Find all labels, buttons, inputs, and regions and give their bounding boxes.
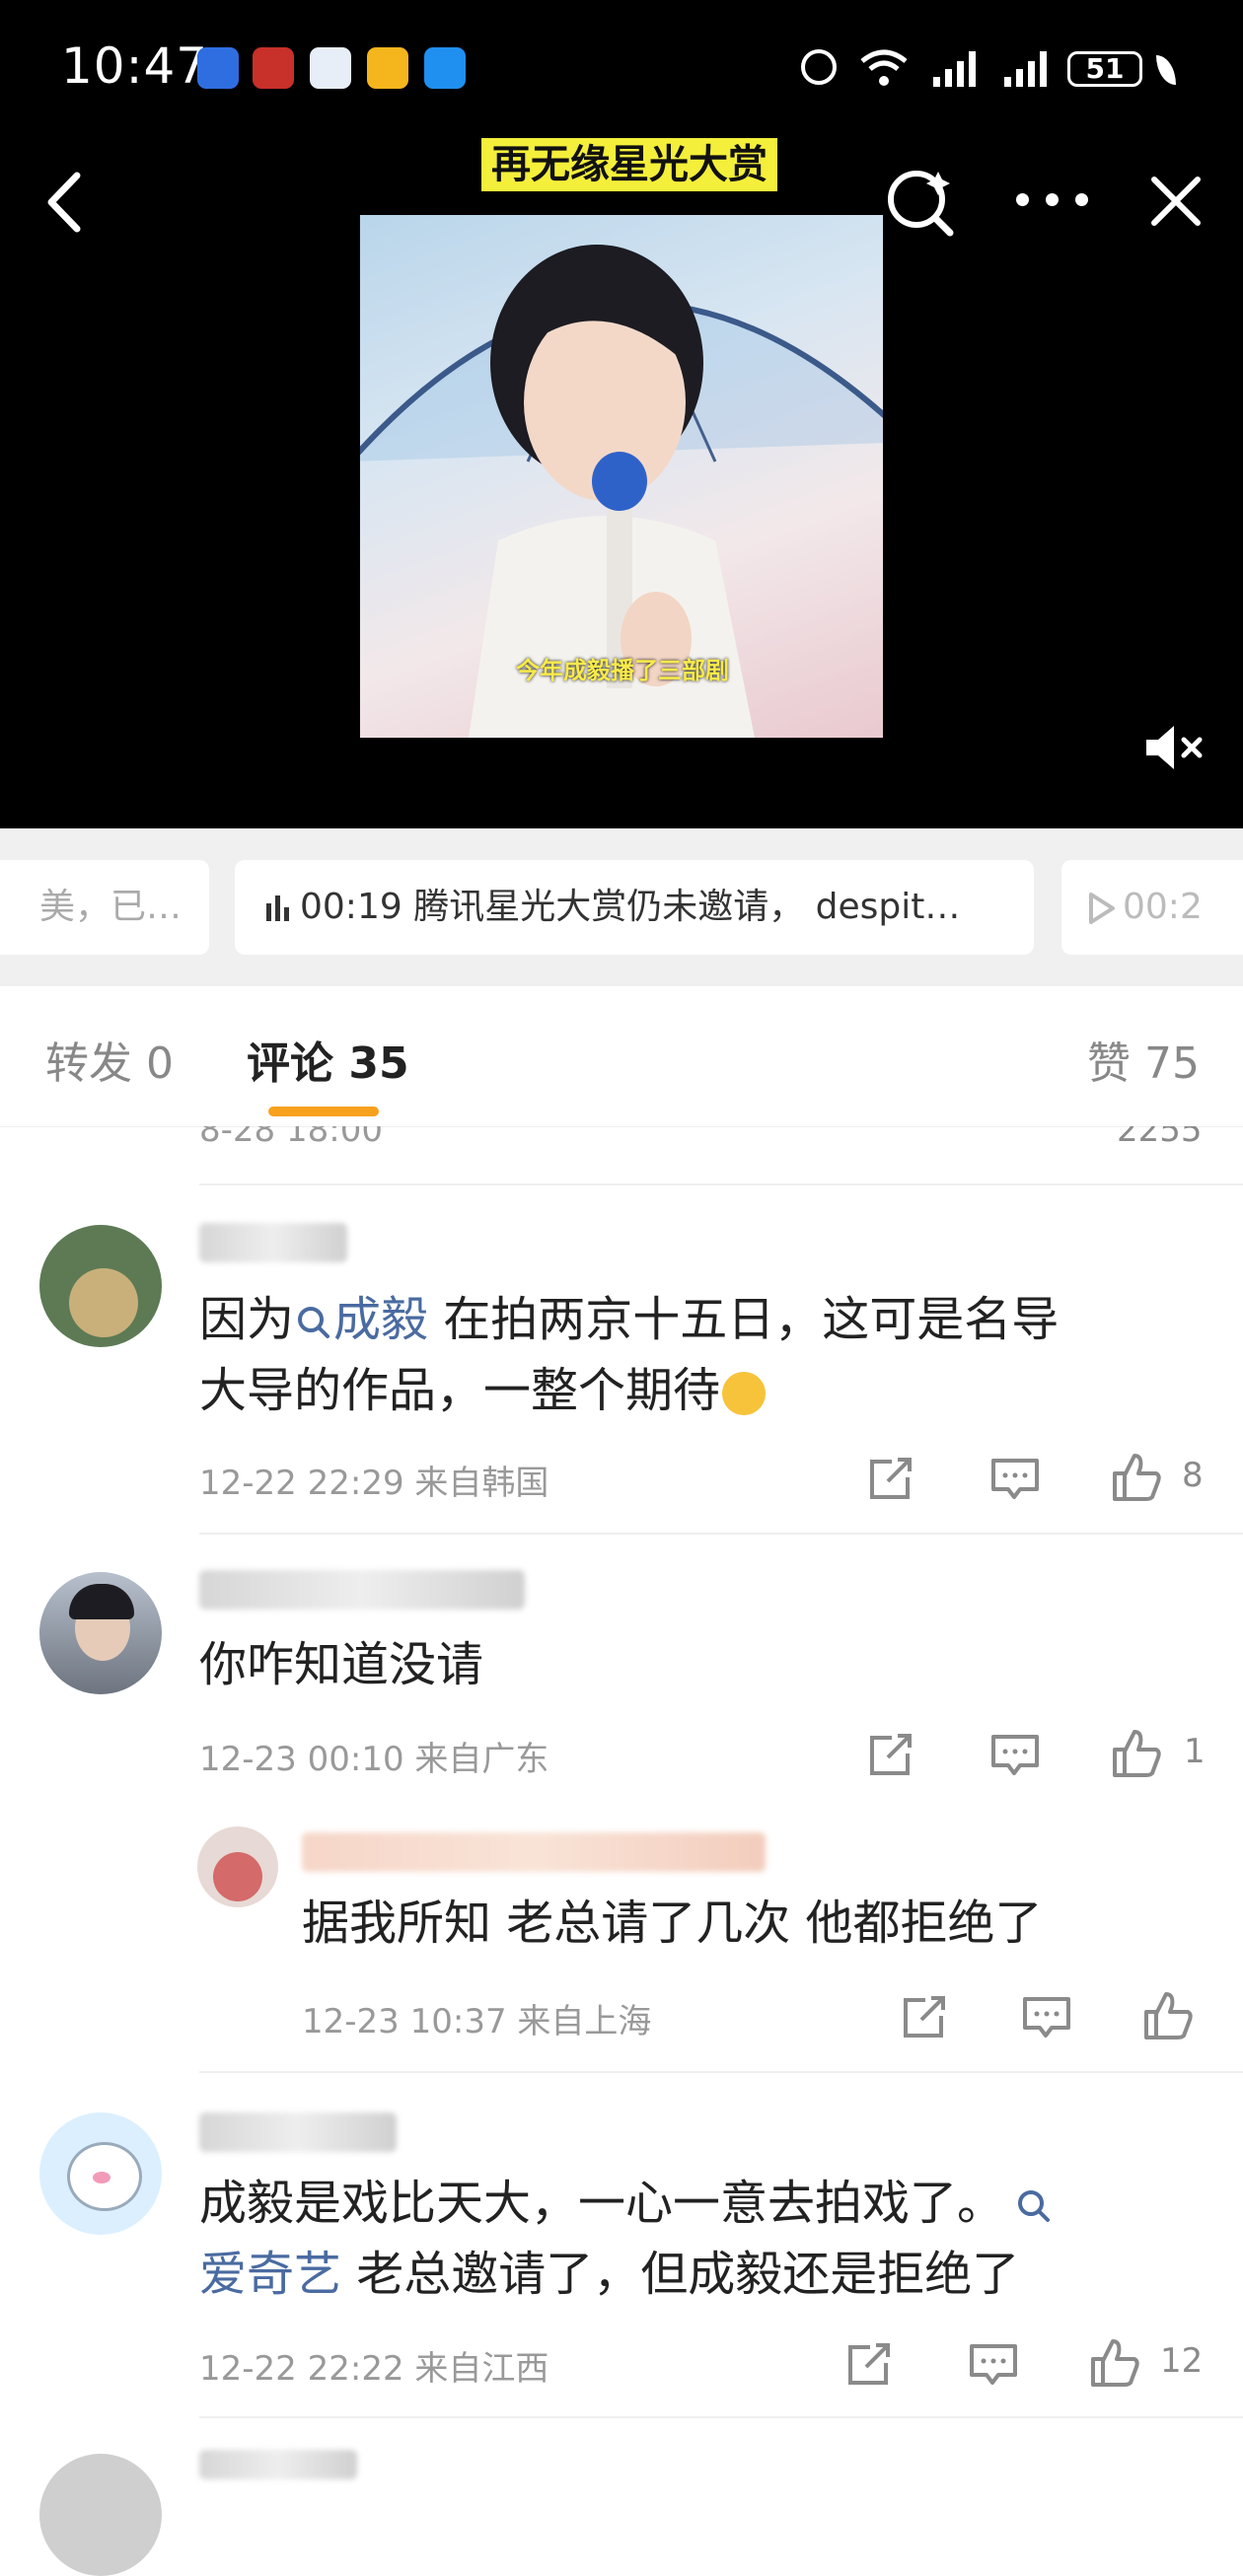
username-blurred[interactable] — [199, 2112, 397, 2152]
like-icon[interactable] — [1089, 2337, 1140, 2389]
audio-bars-icon — [266, 895, 289, 921]
partial-comment-likes[interactable]: 2255 — [1117, 1126, 1203, 1150]
comment-text: 你咋知道没请 — [199, 1637, 484, 1692]
audio-segment-right-time: 00:2 — [1123, 887, 1203, 927]
tab-repost-count: 0 — [146, 1038, 174, 1089]
like-icon[interactable] — [1142, 1990, 1194, 2041]
avatar[interactable] — [39, 2454, 162, 2576]
tab-likes-count: 75 — [1144, 1038, 1200, 1089]
reply-icon[interactable] — [990, 1734, 1040, 1777]
signal-icon-2 — [1004, 51, 1047, 87]
audio-segment-chip-current[interactable]: 00:19 腾讯星光大赏仍未邀请， despit… — [235, 860, 1034, 955]
tab-likes[interactable]: 赞 75 — [1087, 1028, 1200, 1091]
share-icon[interactable] — [846, 2343, 892, 2387]
divider — [199, 1183, 1243, 1185]
comment-meta: 12-23 00:10 来自广东 — [199, 1740, 549, 1779]
like-count: 8 — [1182, 1456, 1204, 1495]
app-notification-icon-3 — [310, 47, 351, 89]
avatar[interactable] — [39, 1572, 162, 1694]
reply-icon[interactable] — [990, 1458, 1040, 1501]
video-subtitle: 今年成毅播了三部剧 — [516, 657, 729, 684]
more-options-icon[interactable] — [1016, 193, 1091, 207]
partial-comment-time: 8-28 18:00 — [199, 1126, 383, 1150]
search-keyword-link[interactable]: 成毅 — [294, 1292, 428, 1347]
audio-segment-chip-left[interactable]: 美，已… — [0, 860, 209, 955]
alarm-icon — [801, 49, 837, 85]
username-blurred[interactable] — [199, 2450, 357, 2479]
share-icon[interactable] — [868, 1734, 914, 1777]
reply-meta: 12-23 10:37 来自上海 — [302, 2002, 652, 2041]
like-count: 1 — [1184, 1732, 1206, 1771]
audio-segment-time: 00:19 — [300, 887, 402, 927]
back-button[interactable] — [39, 168, 89, 237]
tab-comments-count: 35 — [348, 1038, 409, 1089]
divider — [199, 2071, 1243, 2073]
tab-bar — [0, 986, 1243, 1127]
avatar[interactable] — [39, 2112, 162, 2235]
divider — [199, 2416, 1243, 2418]
message-notification-icon — [424, 47, 466, 89]
comment-meta: 12-22 22:29 来自韩国 — [199, 1464, 549, 1503]
app-notification-icon-1 — [197, 47, 239, 89]
search-keyword-link[interactable]: 爱奇艺 — [199, 2247, 341, 2302]
tab-comments-label: 评论 — [247, 1038, 333, 1089]
search-icon — [1018, 2190, 1051, 2222]
reply-icon[interactable] — [1022, 1996, 1071, 2039]
like-count: 12 — [1160, 2341, 1204, 2381]
status-time: 10:47 — [61, 37, 209, 95]
reply-text: 据我所知 老总请了几次 他都拒绝了 — [302, 1896, 1043, 1951]
comment-meta: 12-22 22:22 来自江西 — [199, 2349, 549, 2389]
play-icon — [1089, 893, 1115, 924]
username-blurred[interactable] — [199, 1570, 525, 1610]
partial-comment-footer: 8-28 18:00 2255 — [0, 1126, 1243, 1183]
audio-segment-text: 腾讯星光大赏仍未邀请， despit… — [413, 887, 961, 927]
share-icon[interactable] — [902, 1996, 947, 2039]
wifi-icon — [860, 49, 908, 86]
share-icon[interactable] — [868, 1458, 914, 1501]
like-icon[interactable] — [1111, 1728, 1162, 1779]
mail-notification-icon — [367, 47, 408, 89]
username-blurred[interactable] — [302, 1832, 766, 1872]
audio-segment-chip-right[interactable]: 00:2 — [1061, 860, 1243, 955]
tab-active-indicator — [268, 1107, 379, 1116]
divider — [199, 1533, 1243, 1535]
like-icon[interactable] — [1111, 1452, 1162, 1503]
video-title: 再无缘星光大赏 — [481, 138, 777, 191]
comment-text: 成毅是戏比天大，一心一意去拍戏了。 爱奇艺 老总邀请了，但成毅还是拒绝了 — [199, 2168, 1225, 2310]
tab-comments[interactable]: 评论 35 — [247, 1028, 409, 1091]
tab-repost[interactable]: 转发 0 — [45, 1028, 174, 1091]
search-icon[interactable] — [883, 164, 958, 239]
tab-likes-label: 赞 — [1087, 1038, 1131, 1089]
search-icon — [298, 1307, 330, 1338]
signal-icon-1 — [933, 51, 976, 87]
close-icon[interactable] — [1148, 174, 1204, 229]
tab-repost-label: 转发 — [45, 1038, 132, 1089]
mute-icon[interactable] — [1142, 720, 1206, 775]
comment-text: 因为 成毅 在拍两京十五日，这可是名导 大导的作品，一整个期待 — [199, 1292, 1060, 1418]
avatar[interactable] — [39, 1225, 162, 1347]
username-blurred[interactable] — [199, 1223, 347, 1262]
battery-indicator: 51 — [1067, 51, 1142, 87]
reply-icon[interactable] — [969, 2343, 1018, 2387]
app-notification-icon-2 — [253, 47, 294, 89]
avatar[interactable] — [197, 1826, 278, 1907]
heart-eyes-emoji-icon — [722, 1372, 767, 1415]
